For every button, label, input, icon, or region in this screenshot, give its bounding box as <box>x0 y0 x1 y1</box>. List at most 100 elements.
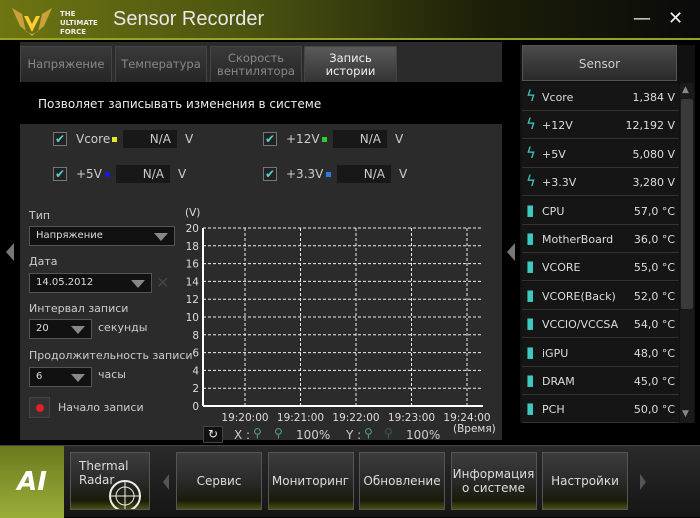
sensor-value: 50,0 °C <box>633 403 675 417</box>
x-axis-label: (Время) <box>453 423 496 435</box>
sensor-row[interactable]: ϟ +5V 5,080 V <box>522 139 679 168</box>
x-zoom-label: X : <box>234 428 251 442</box>
sensor-name: DRAM <box>542 375 575 388</box>
title-bar: THE ULTIMATE FORCE Sensor Recorder — ✕ <box>0 0 700 40</box>
sensor-name: Vcore <box>542 91 574 104</box>
sensor-name: +3.3V <box>542 176 577 190</box>
left-arrow-icon[interactable] <box>6 243 14 261</box>
y-tick-label: 8 <box>192 330 199 342</box>
sensor-row[interactable]: ▮ VCORE 55,0 °C <box>522 253 679 282</box>
y-tick-label: 20 <box>186 223 199 235</box>
sensor-value: 57,0 °C <box>633 204 675 218</box>
sensor-row[interactable]: ▮ PCH 50,0 °C <box>522 395 679 424</box>
sensor-name: VCORE <box>542 261 581 275</box>
close-button[interactable]: ✕ <box>668 8 683 29</box>
thermal-radar-button[interactable]: Thermal Radar <box>70 452 150 510</box>
sensor-name: PCH <box>542 403 565 417</box>
y-zoom-out-icon[interactable]: ⚲ <box>384 426 393 440</box>
y-zoom-in-icon[interactable]: ⚲ <box>364 426 373 440</box>
sensor-header[interactable]: Sensor <box>522 45 677 81</box>
svg-text:THE: THE <box>60 10 76 18</box>
sensor-row[interactable]: ▮ CPU 57,0 °C <box>522 196 679 225</box>
sensor-row[interactable]: ▮ DRAM 45,0 °C <box>522 367 679 395</box>
y-tick-label: 0 <box>192 401 199 413</box>
sensor-name: CPU <box>542 204 565 218</box>
y-zoom-label: Y : <box>346 428 362 442</box>
bottom-bar: AI Thermal Radar Сервис Мониторинг Обновле… <box>0 445 700 518</box>
sensor-value: 55,0 °C <box>633 261 675 275</box>
thermometer-icon: ▮ <box>526 285 535 304</box>
bolt-icon: ϟ <box>526 115 536 134</box>
sensor-value: 12,192 V <box>625 119 675 133</box>
sensor-value: 36,0 °C <box>633 233 675 246</box>
nav-right-icon[interactable] <box>640 474 646 490</box>
x-tick-label: 19:21:00 <box>277 412 324 424</box>
tuf-logo: THE ULTIMATE FORCE <box>12 8 98 36</box>
x-tick-label: 19:22:00 <box>332 412 379 424</box>
sensor-name: VCCIO/VCCSA <box>542 318 619 332</box>
bolt-icon: ϟ <box>526 87 536 105</box>
sensor-row[interactable]: ▮ iGPU 48,0 °C <box>522 338 679 367</box>
sensor-row[interactable]: ▮ VCORE(Back) 52,0 °C <box>522 281 679 310</box>
thermometer-icon: ▮ <box>526 200 535 219</box>
thermometer-icon: ▮ <box>526 257 535 276</box>
nav-button-4[interactable]: Настройки <box>542 452 628 510</box>
x-tick-label: 19:24:00 <box>443 412 490 424</box>
y-tick-label: 10 <box>186 312 199 324</box>
reset-zoom-icon[interactable]: ↻ <box>203 426 223 443</box>
x-zoom-percent: 100% <box>296 428 331 442</box>
thermometer-icon: ▮ <box>526 229 535 247</box>
y-tick-label: 4 <box>192 365 199 377</box>
ai-suite-logo[interactable]: AI <box>0 446 64 518</box>
sensor-name: VCORE(Back) <box>542 289 616 303</box>
nav-button-0[interactable]: Сервис <box>176 452 262 510</box>
sensor-value: 1,384 V <box>632 91 675 104</box>
window-title: Sensor Recorder <box>113 8 265 30</box>
sensor-row[interactable]: ϟ Vcore 1,384 V <box>522 83 679 111</box>
y-tick-label: 14 <box>186 276 200 288</box>
nav-button-1[interactable]: Мониторинг <box>267 452 354 510</box>
sensor-name: +12V <box>542 119 573 133</box>
thermometer-icon: ▮ <box>526 342 535 361</box>
scrollbar-thumb[interactable] <box>681 99 693 309</box>
bolt-icon: ϟ <box>526 172 536 191</box>
sensor-name: +5V <box>542 147 566 161</box>
scroll-up-icon[interactable]: ▲ <box>682 85 689 95</box>
sensor-panel: Sensor ϟ Vcore 1,384 V ϟ +12V 12,192 V ϟ… <box>520 45 695 424</box>
sensor-row[interactable]: ϟ +3.3V 3,280 V <box>522 168 679 197</box>
nav-left-icon[interactable] <box>163 474 169 490</box>
sensor-name: iGPU <box>542 346 569 360</box>
y-tick-label: 2 <box>192 383 199 395</box>
x-zoom-out-icon[interactable]: ⚲ <box>274 426 283 440</box>
sensor-value: 5,080 V <box>632 147 675 161</box>
sensor-row[interactable]: ▮ VCCIO/VCCSA 54,0 °C <box>522 310 679 339</box>
y-tick-label: 18 <box>186 241 199 253</box>
x-tick-label: 19:20:00 <box>221 412 268 424</box>
sensor-name: MotherBoard <box>542 233 614 246</box>
y-tick-label: 16 <box>186 259 200 271</box>
sensor-value: 54,0 °C <box>633 318 675 332</box>
history-chart: (V) (Время) 0 2 4 6 8 10 12 14 16 18 20 19:20:00 19:… <box>185 207 496 435</box>
thermometer-icon: ▮ <box>526 399 535 418</box>
thermometer-icon: ▮ <box>526 314 535 333</box>
sensor-value: 48,0 °C <box>633 346 675 360</box>
nav-button-2[interactable]: Обновление <box>359 452 445 510</box>
svg-text:ULTIMATE: ULTIMATE <box>60 19 98 27</box>
y-axis-label: (V) <box>185 207 200 219</box>
thermometer-icon: ▮ <box>526 371 535 389</box>
y-tick-label: 12 <box>186 294 199 306</box>
x-tick-label: 19:23:00 <box>388 412 435 424</box>
svg-text:FORCE: FORCE <box>60 28 86 36</box>
minimize-button[interactable]: — <box>633 8 651 29</box>
sensor-value: 52,0 °C <box>633 289 675 303</box>
scrollbar[interactable]: ▲ ▼ <box>680 83 694 423</box>
scroll-down-icon[interactable]: ▼ <box>682 409 689 419</box>
x-zoom-in-icon[interactable]: ⚲ <box>253 426 262 440</box>
collapse-arrow-icon[interactable] <box>507 243 515 261</box>
y-tick-label: 6 <box>192 348 199 360</box>
sensor-row[interactable]: ϟ +12V 12,192 V <box>522 111 679 140</box>
main-panel: Напряжение Температура Скорость вентилят… <box>20 42 502 443</box>
sensor-row[interactable]: ▮ MotherBoard 36,0 °C <box>522 225 679 253</box>
nav-button-3[interactable]: Информация о системе <box>450 452 537 510</box>
bolt-icon: ϟ <box>526 143 536 162</box>
